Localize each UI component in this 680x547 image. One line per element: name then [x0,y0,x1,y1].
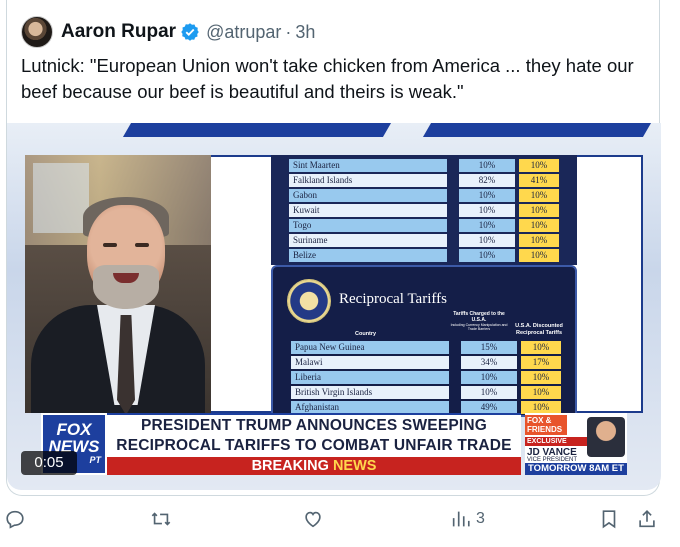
tariff-row: Togo 10% 10% [271,219,577,232]
tariff-row: Kuwait 10% 10% [271,204,577,217]
tariff-discounted: 10% [519,204,559,217]
board-title: Reciprocal Tariffs [339,291,447,307]
presidential-seal-icon [287,279,331,323]
tariff-charged: 82% [459,174,515,187]
tweet-header: Aaron Rupar @atrupar · 3h [21,16,315,48]
tariff-board-bottom: Reciprocal Tariffs Tariffs Charged to th… [271,265,577,417]
tariff-discounted: 10% [519,249,559,262]
author-name[interactable]: Aaron Rupar [61,21,176,43]
tariff-row: British Virgin Islands 10% 10% [273,386,575,399]
anchor-eye [135,243,149,247]
studio-bg-stripe [422,123,652,137]
board-header-charged-sub: Including Currency Manipulation and Trad… [450,323,508,331]
bookmark-button[interactable] [598,504,620,534]
tweet-text: Lutnick: "European Union won't take chic… [21,55,634,102]
views-button[interactable]: 3 [450,504,485,534]
tariff-row: Sint Maarten 10% 10% [271,159,577,172]
tweet-timestamp[interactable]: 3h [295,22,315,43]
board-header-discounted: U.S.A. Discounted Reciprocal Tariffs [515,323,563,336]
board-header-charged-label: Tariffs Charged to the U.S.A. [453,311,505,323]
news-label: NEWS [332,458,377,474]
fox-and-friends-logo: FOX & FRIENDS [525,415,567,435]
heart-icon [305,511,321,528]
like-button[interactable] [302,504,328,534]
video-duration: 0:05 [21,451,77,475]
tariff-board-top: Sint Maarten 10% 10% Falkland Islands 82% 41%… [271,155,577,265]
tariff-charged: 10% [461,371,517,384]
tweet-card[interactable]: Aaron Rupar @atrupar · 3h Lutnick: "Euro… [6,0,661,496]
tariff-country: Kuwait [289,204,447,217]
bookmark-icon [602,510,616,529]
tariff-charged: 10% [459,189,515,202]
tariff-row: Gabon 10% 10% [271,189,577,202]
tariff-country: Papua New Guinea [291,341,449,354]
tariff-discounted: 10% [519,159,559,172]
tariff-row: Malawi 34% 17% [273,356,575,369]
chyron-headline-line1: PRESIDENT TRUMP ANNOUNCES SWEEPING [140,417,488,434]
retweet-icon [151,512,171,526]
tariff-charged: 34% [461,356,517,369]
tariff-discounted: 10% [519,234,559,247]
tariff-row: Belize 10% 10% [271,249,577,262]
anchor-eye [103,243,117,247]
tariff-discounted: 10% [519,189,559,202]
breaking-label: BREAKING [251,458,329,474]
anchor-background-window [33,163,89,233]
board-header-country: Country [355,331,377,337]
tariff-charged: 10% [459,219,515,232]
video-player[interactable]: Sint Maarten 10% 10% Falkland Islands 82% 41%… [7,123,661,490]
share-button[interactable] [636,504,658,534]
studio-bg-stripe [122,123,392,137]
author-handle[interactable]: @atrupar [206,22,281,43]
tariff-country: Falkland Islands [289,174,447,187]
promo-airtime: TOMORROW 8AM ET [525,463,627,475]
tariff-discounted: 10% [521,341,561,354]
tariff-charged: 15% [461,341,517,354]
tariff-row: Suriname 10% 10% [271,234,577,247]
tariff-country: Sint Maarten [289,159,447,172]
tariff-discounted: 10% [521,371,561,384]
analytics-icon [452,511,470,527]
tariff-country: Belize [289,249,447,262]
tariff-country: Togo [289,219,447,232]
promo-guest-photo [587,417,625,457]
news-chyron: FOX NEWS PT PRESIDENT TRUMP ANNOUNCES SW… [41,413,627,475]
tweet-actions: 3 [0,504,680,534]
tariff-discounted: 10% [519,219,559,232]
exclusive-tag: EXCLUSIVE [525,437,587,446]
reply-icon [6,510,24,529]
breaking-news-banner: BREAKING NEWS [107,457,521,475]
verified-badge-icon [181,23,199,41]
tariff-row: Papua New Guinea 15% 10% [273,341,575,354]
tariff-charged: 10% [459,249,515,262]
header-separator: · [285,21,292,42]
tariff-charged: 10% [459,204,515,217]
tariff-row: Falkland Islands 82% 41% [271,174,577,187]
tariff-discounted: 17% [521,356,561,369]
board-header-charged: Tariffs Charged to the U.S.A. Including … [449,311,509,331]
views-count: 3 [476,510,485,527]
tariff-country: British Virgin Islands [291,386,449,399]
chyron-headline-box: PRESIDENT TRUMP ANNOUNCES SWEEPING RECIP… [107,413,521,472]
anchor-video-feed [25,155,211,413]
tariff-country: Suriname [289,234,447,247]
reply-button[interactable] [4,504,30,534]
tariff-discounted: 10% [521,386,561,399]
tariff-country: Gabon [289,189,447,202]
tariff-discounted: 41% [519,174,559,187]
tariff-charged: 10% [461,386,517,399]
show-promo: FOX & FRIENDS EXCLUSIVE JD VANCE VICE PR… [525,413,627,475]
tariff-charged: 10% [459,234,515,247]
retweet-button[interactable] [150,504,176,534]
tariff-charged: 10% [459,159,515,172]
author-avatar[interactable] [21,16,53,48]
tariff-country: Malawi [291,356,449,369]
share-icon [639,510,655,528]
tariff-row: Liberia 10% 10% [273,371,575,384]
anchor-beard [93,265,159,309]
tariff-country: Liberia [291,371,449,384]
